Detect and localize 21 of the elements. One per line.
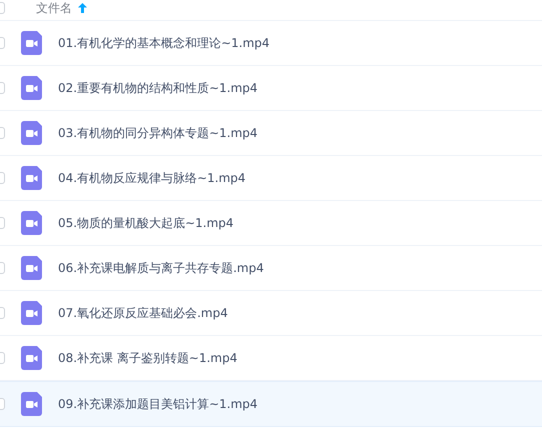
video-file-icon xyxy=(21,121,42,145)
file-name[interactable]: 07.氧化还原反应基础必会.mp4 xyxy=(58,304,228,322)
file-name[interactable]: 01.有机化学的基本概念和理论~1.mp4 xyxy=(58,34,270,52)
file-name[interactable]: 06.补充课电解质与离子共存专题.mp4 xyxy=(58,260,264,276)
file-row-highlighted[interactable]: 09.补充课添加题目美铝计算~1.mp4 xyxy=(0,381,542,427)
video-file-icon xyxy=(21,31,42,55)
video-file-icon xyxy=(21,392,42,416)
video-file-icon xyxy=(21,301,42,325)
video-file-icon xyxy=(21,346,42,370)
file-name[interactable]: 05.物质的量机酸大起底~1.mp4 xyxy=(58,214,234,232)
column-header[interactable]: 文件名 xyxy=(36,0,72,16)
file-name[interactable]: 08.补充课 离子鉴别转题~1.mp4 xyxy=(58,350,238,366)
file-name[interactable]: 03.有机物的同分异构体专题~1.mp4 xyxy=(58,124,258,142)
file-name[interactable]: 04.有机物反应规律与脉络~1.mp4 xyxy=(58,170,246,186)
video-file-icon xyxy=(21,166,42,190)
video-file-icon xyxy=(21,211,42,235)
video-file-icon xyxy=(21,76,42,100)
sort-up-arrow-icon[interactable] xyxy=(78,3,87,13)
file-name[interactable]: 02.重要有机物的结构和性质~1.mp4 xyxy=(58,80,258,96)
video-file-icon xyxy=(21,256,42,280)
file-name[interactable]: 09.补充课添加题目美铝计算~1.mp4 xyxy=(58,396,258,412)
